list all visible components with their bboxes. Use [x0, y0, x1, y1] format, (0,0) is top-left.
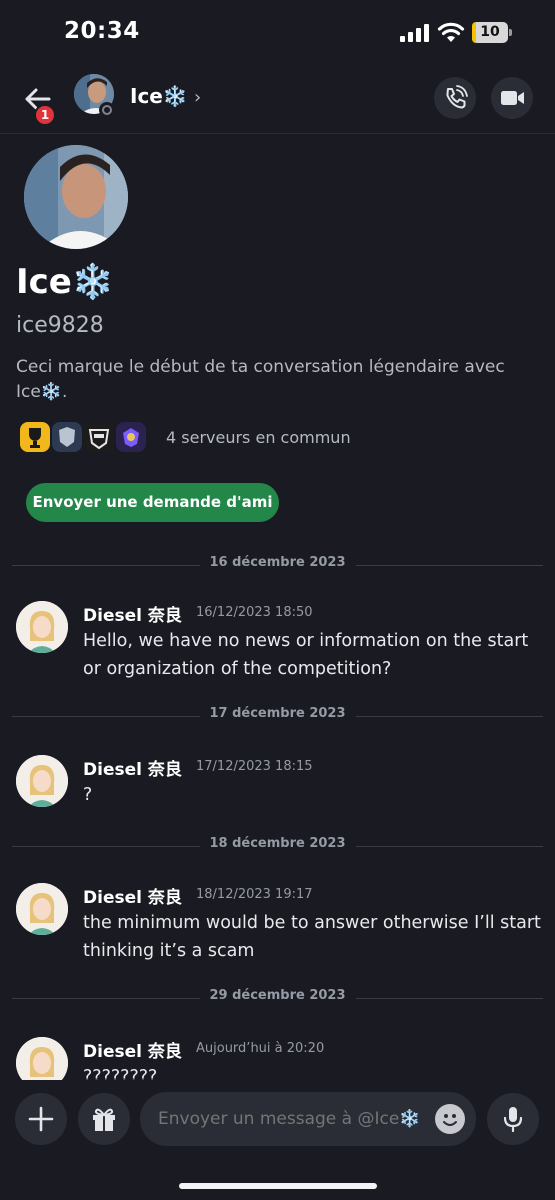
message-author[interactable]: Diesel 奈良	[83, 601, 182, 626]
mutual-servers[interactable]: 4 serveurs en commun	[16, 418, 416, 458]
gift-icon	[93, 1108, 115, 1131]
message-timestamp: 17/12/2023 18:15	[196, 759, 313, 774]
message-author[interactable]: Diesel 奈良	[83, 883, 182, 908]
message-text: Hello, we have no news or information on…	[83, 631, 529, 679]
battery-icon: 10	[472, 22, 512, 43]
clock: 20:34	[64, 18, 140, 44]
avatar[interactable]	[16, 755, 68, 807]
avatar[interactable]	[16, 883, 68, 935]
status-bar: 20:34 10	[0, 0, 555, 64]
plus-icon	[28, 1106, 54, 1132]
profile-avatar[interactable]	[24, 145, 128, 249]
chevron-right-icon[interactable]: ›	[194, 87, 201, 108]
message-composer	[0, 1080, 555, 1200]
home-indicator[interactable]	[179, 1183, 377, 1189]
profile-display-name: Ice❄️	[16, 262, 115, 302]
server-icon	[50, 420, 84, 454]
date-divider: 17 décembre 2023	[12, 706, 543, 726]
message-author[interactable]: Diesel 奈良	[83, 755, 182, 780]
avatar[interactable]	[16, 601, 68, 653]
message-input[interactable]	[140, 1092, 476, 1146]
status-indicator	[99, 102, 115, 118]
attach-button[interactable]	[15, 1093, 67, 1145]
date-divider: 29 décembre 2023	[12, 988, 543, 1008]
voice-message-button[interactable]	[487, 1093, 539, 1145]
video-call-button[interactable]	[491, 77, 533, 119]
gift-button[interactable]	[78, 1093, 130, 1145]
profile-username: ice9828	[16, 313, 104, 338]
server-icon	[114, 420, 148, 454]
server-icon	[18, 420, 52, 454]
server-icon	[82, 420, 116, 454]
chat-header: 1 Ice❄️ ›	[0, 64, 555, 134]
message[interactable]: Diesel 奈良 18/12/2023 19:17 the minimum w…	[0, 883, 555, 963]
unread-badge: 1	[34, 104, 56, 126]
cellular-signal-icon	[400, 24, 430, 42]
wifi-icon	[437, 22, 465, 42]
send-friend-request-button[interactable]: Envoyer une demande d'ami	[26, 483, 279, 522]
message[interactable]: Diesel 奈良 17/12/2023 18:15 ?	[0, 755, 555, 815]
date-divider: 16 décembre 2023	[12, 555, 543, 575]
message-timestamp: Aujourd’hui à 20:20	[196, 1041, 325, 1056]
conversation-intro-text: Ceci marque le début de ta conversation …	[16, 357, 505, 402]
message-timestamp: 16/12/2023 18:50	[196, 605, 313, 620]
mutual-servers-label: 4 serveurs en commun	[166, 428, 351, 447]
chat-title[interactable]: Ice❄️	[130, 84, 188, 108]
message-text: the minimum would be to answer otherwise…	[83, 913, 541, 961]
date-divider: 18 décembre 2023	[12, 836, 543, 856]
phone-icon	[446, 85, 468, 109]
voice-call-button[interactable]	[434, 77, 476, 119]
emoji-icon	[443, 1114, 457, 1126]
message-author[interactable]: Diesel 奈良	[83, 1037, 182, 1062]
microphone-icon	[503, 1107, 523, 1133]
video-camera-icon	[501, 91, 524, 105]
message-text: ?	[83, 785, 93, 805]
emoji-button[interactable]	[435, 1104, 465, 1134]
battery-level: 10	[480, 24, 500, 40]
message-timestamp: 18/12/2023 19:17	[196, 887, 313, 902]
message[interactable]: Diesel 奈良 16/12/2023 18:50 Hello, we hav…	[0, 601, 555, 681]
